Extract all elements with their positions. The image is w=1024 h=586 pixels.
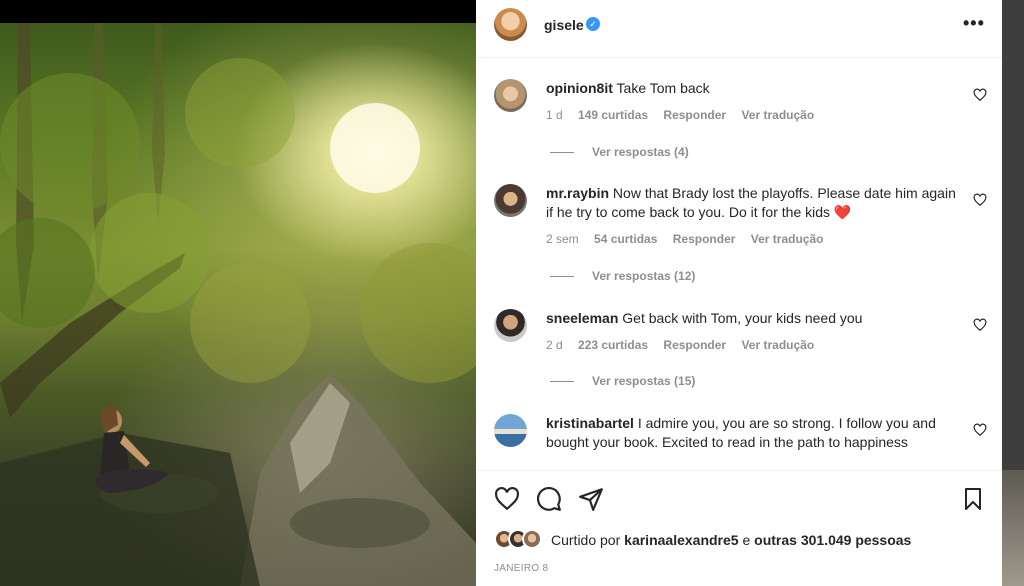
share-paper-plane-icon[interactable] [578, 486, 604, 512]
replies-divider [550, 381, 574, 383]
photo-top-bar [0, 0, 476, 23]
commenter-username[interactable]: sneeleman [546, 310, 618, 326]
like-heart-icon[interactable] [494, 486, 520, 512]
background-overlay-edge [1002, 0, 1024, 586]
more-options-icon[interactable]: ••• [963, 13, 985, 34]
comment-text: opinion8it Take Tom back [546, 79, 966, 98]
comment-text: sneeleman Get back with Tom, your kids n… [546, 309, 966, 328]
liked-by-prefix: Curtido por [551, 532, 621, 548]
post-photo[interactable] [0, 23, 476, 586]
view-replies-label: Ver respostas (15) [592, 374, 696, 388]
author-username[interactable]: gisele [544, 17, 584, 33]
like-comment-heart-icon[interactable] [973, 88, 987, 102]
author-avatar[interactable] [494, 8, 527, 41]
view-replies-button[interactable]: Ver respostas (12) [550, 269, 695, 283]
view-replies-label: Ver respostas (4) [592, 145, 689, 159]
liked-by-others[interactable]: outras 301.049 pessoas [754, 532, 911, 548]
replies-divider [550, 276, 574, 278]
like-comment-heart-icon[interactable] [973, 193, 987, 207]
liked-by-user[interactable]: karinaalexandre5 [624, 532, 738, 548]
commenter-username[interactable]: kristinabartel [546, 415, 634, 431]
red-heart-emoji: ❤️ [833, 204, 852, 220]
translate-button[interactable]: Ver tradução [741, 108, 814, 122]
reply-button[interactable]: Responder [663, 108, 726, 122]
like-comment-heart-icon[interactable] [973, 423, 987, 437]
post-header: gisele ✓ ••• [476, 0, 1002, 58]
post-date[interactable]: JANEIRO 8 [494, 563, 548, 574]
liked-by-text: Curtido por karinaalexandre5 e outras 30… [551, 532, 911, 548]
reply-button[interactable]: Responder [673, 232, 736, 246]
save-bookmark-icon[interactable] [961, 486, 985, 512]
comment-time[interactable]: 2 sem [546, 232, 579, 246]
comment-text: kristinabartel I admire you, you are so … [546, 414, 966, 452]
comment-meta: 2 sem 54 curtidas Responder Ver tradução [546, 232, 835, 246]
post-panel: gisele ✓ ••• opinion8it Take Tom back 1 … [476, 0, 1002, 586]
commenter-avatar[interactable] [494, 79, 527, 112]
comment-meta: 2 d 223 curtidas Responder Ver tradução [546, 338, 826, 352]
comment-likes[interactable]: 149 curtidas [578, 108, 648, 122]
replies-divider [550, 152, 574, 154]
commenter-avatar[interactable] [494, 414, 527, 447]
comment-likes[interactable]: 223 curtidas [578, 338, 648, 352]
liked-by-connector: e [742, 532, 751, 548]
forest-scene [0, 23, 476, 586]
view-replies-label: Ver respostas (12) [592, 269, 696, 283]
comment-body: Take Tom back [616, 80, 710, 96]
comment-time[interactable]: 1 d [546, 108, 563, 122]
comment-text: mr.raybin Now that Brady lost the playof… [546, 184, 966, 222]
translate-button[interactable]: Ver tradução [751, 232, 824, 246]
view-replies-button[interactable]: Ver respostas (4) [550, 145, 689, 159]
commenter-avatar[interactable] [494, 309, 527, 342]
background-image-fragment [1002, 470, 1024, 586]
comment-meta: 1 d 149 curtidas Responder Ver tradução [546, 108, 826, 122]
commenter-username[interactable]: opinion8it [546, 80, 613, 96]
post-actions: Curtido por karinaalexandre5 e outras 30… [476, 470, 1002, 586]
commenter-avatar[interactable] [494, 184, 527, 217]
translate-button[interactable]: Ver tradução [741, 338, 814, 352]
commenter-username[interactable]: mr.raybin [546, 185, 609, 201]
comment-body: Get back with Tom, your kids need you [622, 310, 863, 326]
comment-bubble-icon[interactable] [536, 486, 562, 512]
comments-list[interactable]: opinion8it Take Tom back 1 d 149 curtida… [476, 58, 1002, 470]
reply-button[interactable]: Responder [663, 338, 726, 352]
verified-badge-icon: ✓ [586, 17, 600, 31]
comment-time[interactable]: 2 d [546, 338, 563, 352]
like-comment-heart-icon[interactable] [973, 318, 987, 332]
comment-likes[interactable]: 54 curtidas [594, 232, 657, 246]
view-replies-button[interactable]: Ver respostas (15) [550, 374, 695, 388]
liker-avatar [522, 529, 542, 549]
